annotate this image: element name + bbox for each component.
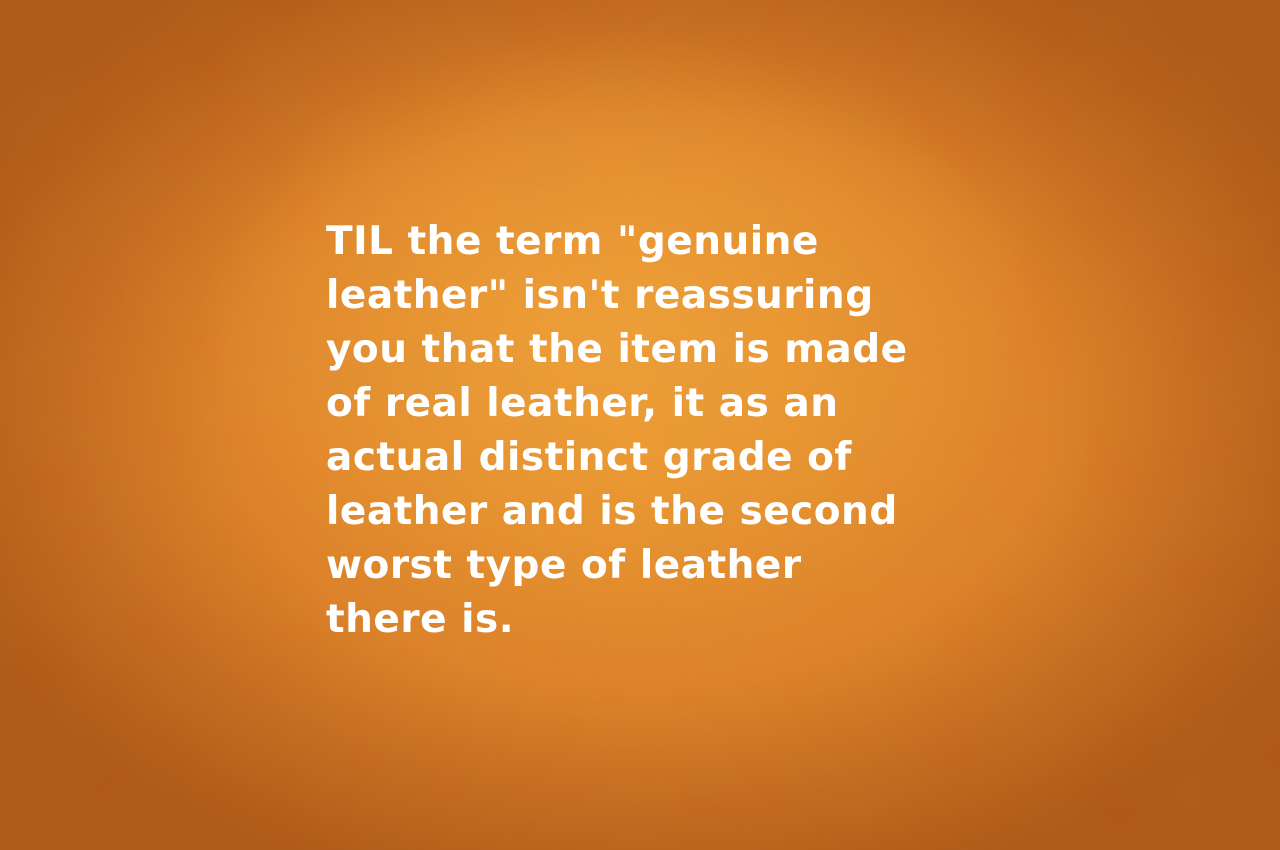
quote-line: leather and is the second [326, 489, 898, 534]
quote-line: worst type of leather [326, 543, 802, 588]
quote-line: there is. [326, 597, 515, 642]
quote-line: you that the item is made [326, 327, 908, 372]
quote-line: TIL the term "genuine [326, 219, 819, 264]
quote-line: of real leather, it as an [326, 381, 839, 426]
quote-line: leather" isn't reassuring [326, 273, 874, 318]
background-canvas: TIL the term "genuine leather" isn't rea… [0, 0, 1280, 850]
quote-line: actual distinct grade of [326, 435, 852, 480]
quote-text: TIL the term "genuine leather" isn't rea… [326, 215, 986, 647]
